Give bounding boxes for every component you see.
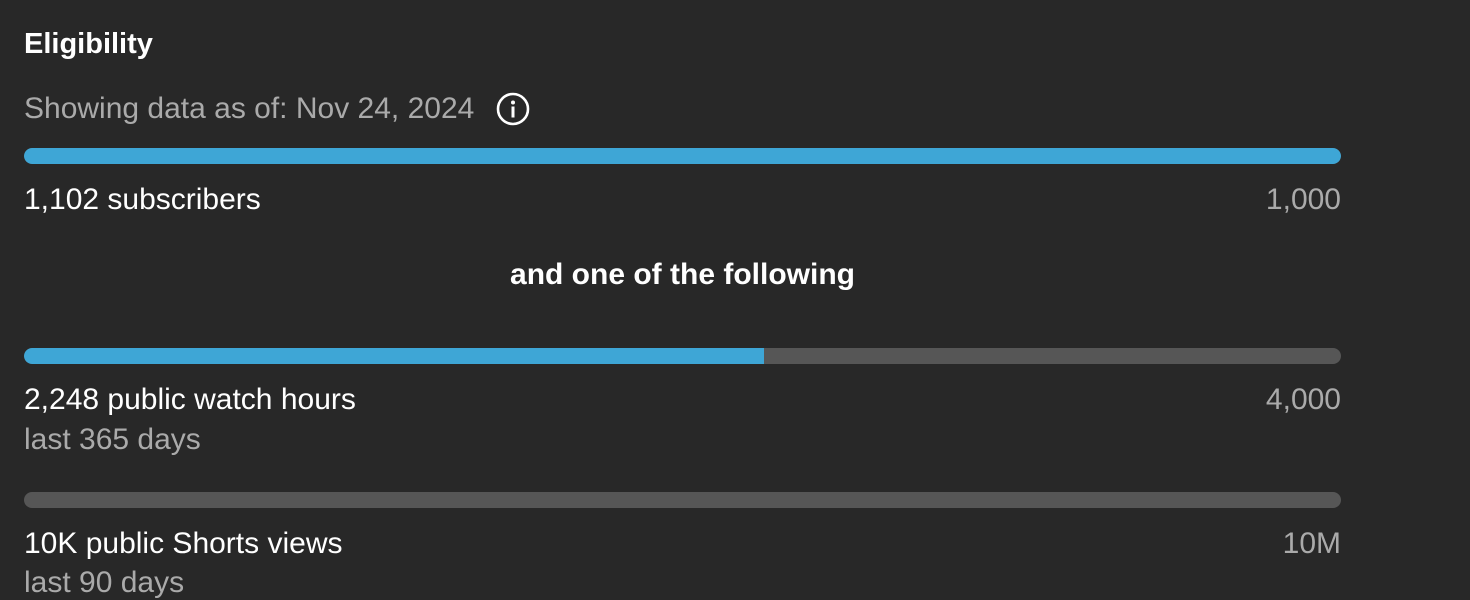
eligibility-title: Eligibility (24, 28, 153, 60)
shorts-views-count: 10K public Shorts views (24, 527, 343, 560)
watch-hours-progress-bar (24, 348, 1341, 364)
as-of-date: Showing data as of: Nov 24, 2024 (24, 92, 475, 125)
info-icon[interactable] (496, 92, 530, 126)
watch-hours-count: 2,248 public watch hours (24, 383, 356, 416)
shorts-views-target: 10M (1282, 527, 1341, 560)
watch-hours-target: 4,000 (1265, 383, 1341, 416)
as-of-row: Showing data as of: Nov 24, 2024 (24, 86, 530, 132)
subscribers-target: 1,000 (1265, 183, 1341, 216)
shorts-views-progress-bar (24, 492, 1341, 508)
shorts-views-period: last 90 days (24, 566, 185, 599)
subscribers-progress-fill (24, 148, 1341, 164)
watch-hours-progress-fill (24, 348, 765, 364)
requirement-connector: and one of the following (510, 258, 855, 291)
watch-hours-period: last 365 days (24, 423, 201, 456)
subscribers-count: 1,102 subscribers (24, 183, 261, 216)
subscribers-progress-bar (24, 148, 1341, 164)
